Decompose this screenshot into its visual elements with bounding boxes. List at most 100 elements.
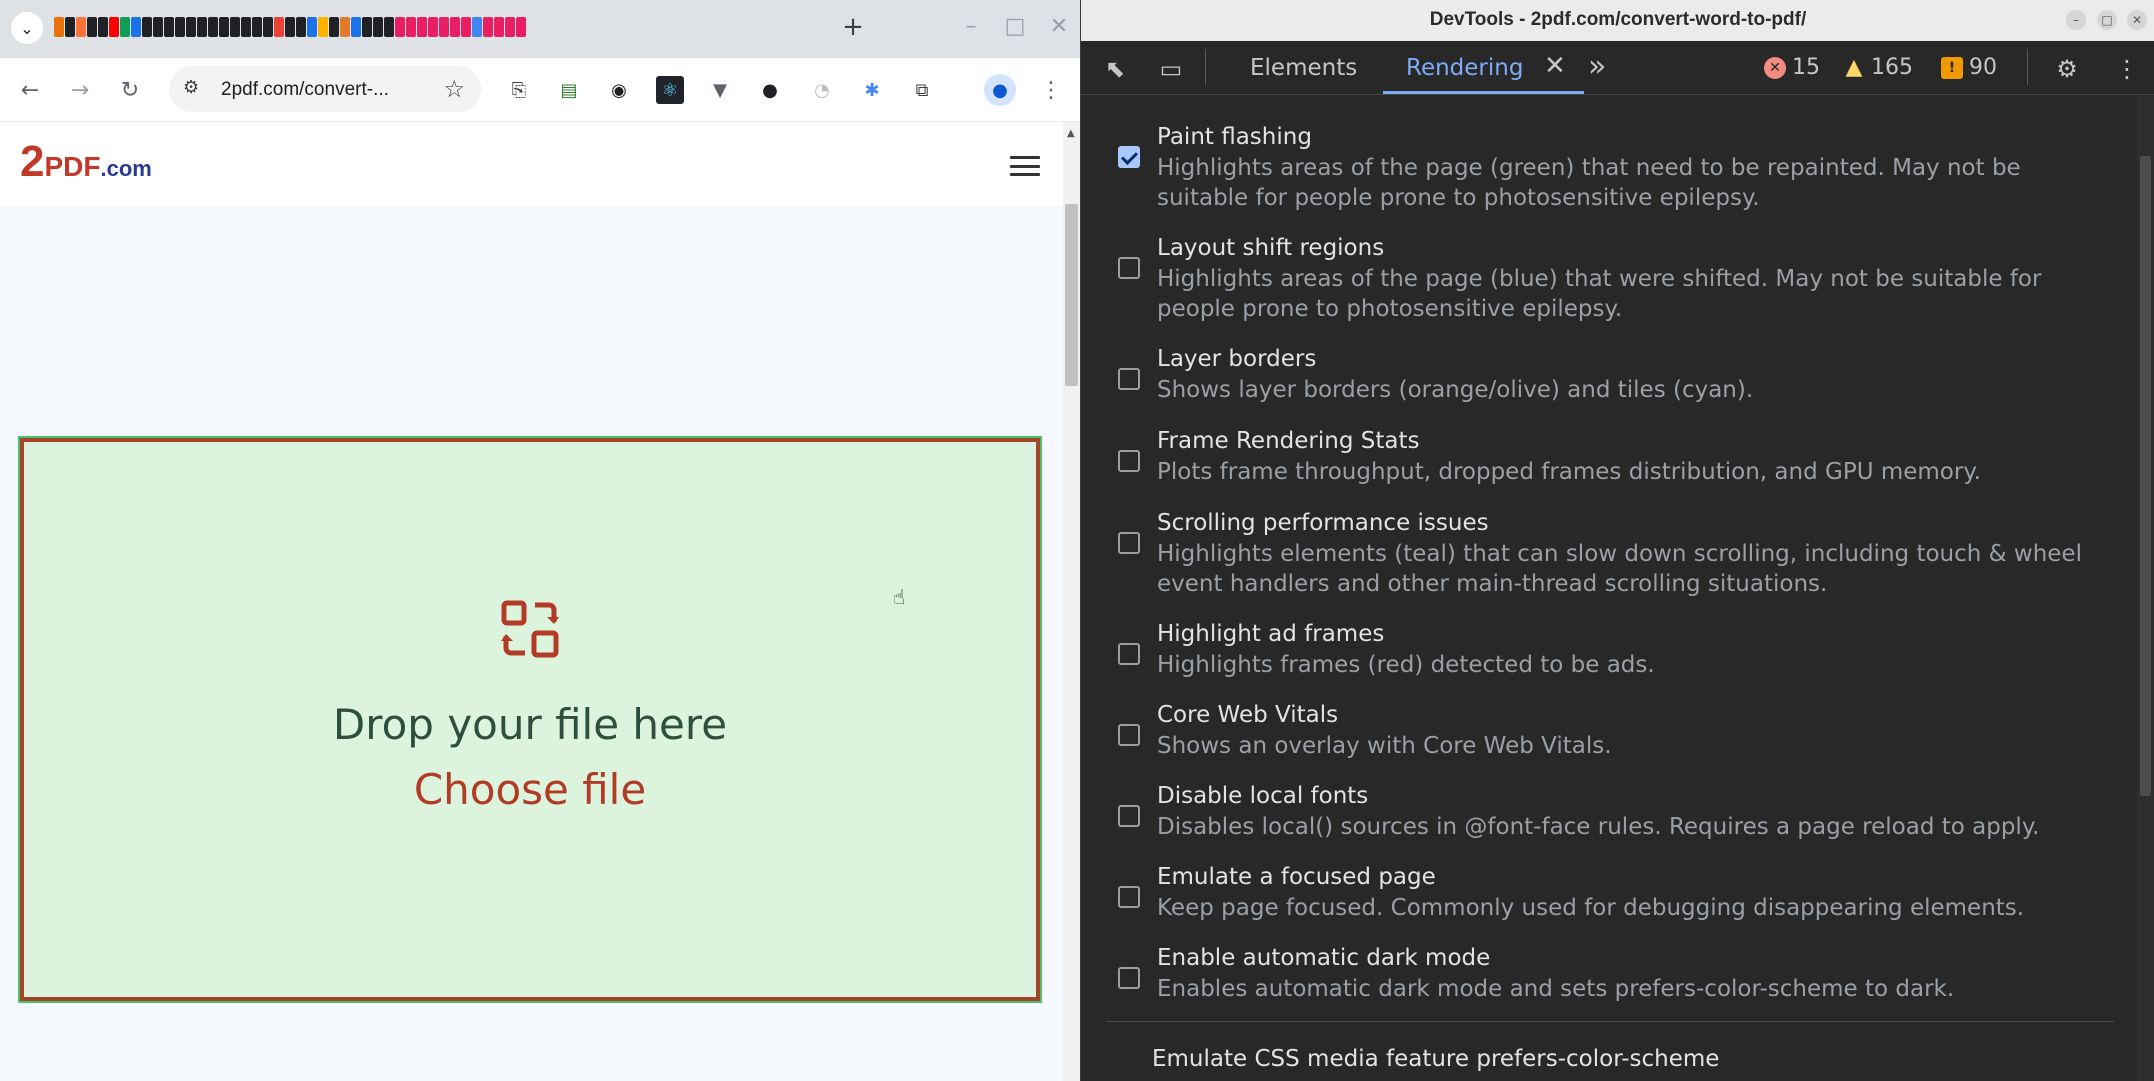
pinned-tab-favicon-icon[interactable]: [186, 17, 196, 37]
back-icon[interactable]: ←: [14, 74, 46, 106]
option-title[interactable]: Scrolling performance issues: [1157, 510, 1489, 536]
pinned-tab-favicon-icon[interactable]: [384, 17, 394, 37]
pinned-tab-favicon-icon[interactable]: [109, 17, 119, 37]
option-checkbox[interactable]: [1118, 146, 1140, 168]
extension-jar-icon[interactable]: ▤: [555, 76, 583, 104]
pinned-tab-favicon-icon[interactable]: [505, 17, 515, 37]
devtools-menu-icon[interactable]: ⋮: [2111, 53, 2143, 85]
pinned-tab-favicon-icon[interactable]: [285, 17, 295, 37]
choose-file-button[interactable]: Choose file: [414, 765, 646, 814]
issues-counter[interactable]: ! 90: [1941, 55, 1997, 80]
pinned-tab-favicon-icon[interactable]: [76, 17, 86, 37]
pinned-tab-favicon-icon[interactable]: [318, 17, 328, 37]
extension-clip-icon[interactable]: ⎘: [505, 76, 533, 104]
option-checkbox[interactable]: [1118, 450, 1140, 472]
pinned-tab-favicon-icon[interactable]: [461, 17, 471, 37]
warning-counter[interactable]: ▲ 165: [1843, 55, 1913, 80]
more-tabs-icon[interactable]: »: [1588, 49, 1606, 84]
pinned-tab-favicon-icon[interactable]: [395, 17, 405, 37]
file-dropzone[interactable]: Drop your file here Choose file: [18, 436, 1042, 1003]
pinned-tab-favicon-icon[interactable]: [450, 17, 460, 37]
panel-scrollbar[interactable]: [2137, 96, 2154, 1081]
pinned-tab-favicon-icon[interactable]: [472, 17, 482, 37]
pinned-tab-favicon-icon[interactable]: [373, 17, 383, 37]
pinned-tab-favicon-icon[interactable]: [406, 17, 416, 37]
option-title[interactable]: Highlight ad frames: [1157, 621, 1384, 647]
device-toolbar-icon[interactable]: ▭: [1155, 53, 1187, 85]
pinned-tab-favicon-icon[interactable]: [153, 17, 163, 37]
option-checkbox[interactable]: [1118, 257, 1140, 279]
hamburger-menu-icon[interactable]: [1010, 156, 1040, 176]
option-checkbox[interactable]: [1118, 724, 1140, 746]
maximize-icon[interactable]: □: [1002, 14, 1028, 40]
pinned-tab-favicon-icon[interactable]: [98, 17, 108, 37]
extension-spy-icon[interactable]: ◉: [605, 76, 633, 104]
option-title[interactable]: Core Web Vitals: [1157, 702, 1338, 728]
tab-search-button[interactable]: ⌄: [11, 12, 43, 44]
pinned-tab-favicon-icon[interactable]: [54, 17, 64, 37]
option-title[interactable]: Enable automatic dark mode: [1157, 945, 1490, 971]
pinned-tab-favicon-icon[interactable]: [274, 17, 284, 37]
option-checkbox[interactable]: [1118, 368, 1140, 390]
option-title[interactable]: Paint flashing: [1157, 124, 1312, 150]
profile-avatar-icon[interactable]: ●: [984, 74, 1016, 106]
pinned-tab-favicon-icon[interactable]: [142, 17, 152, 37]
browser-menu-icon[interactable]: ⋮: [1035, 74, 1067, 106]
tab-rendering[interactable]: Rendering: [1406, 55, 1523, 81]
extension-gear-icon[interactable]: ✱: [858, 76, 886, 104]
pinned-tab-favicon-icon[interactable]: [230, 17, 240, 37]
pinned-tab-favicon-icon[interactable]: [219, 17, 229, 37]
pinned-tab-favicon-icon[interactable]: [120, 17, 130, 37]
minimize-icon[interactable]: –: [2066, 10, 2086, 30]
site-logo[interactable]: 2 PDF .com: [20, 140, 152, 188]
scrollbar-thumb[interactable]: [1065, 204, 1078, 386]
pinned-tab-favicon-icon[interactable]: [362, 17, 372, 37]
site-info-icon[interactable]: ⚙: [183, 77, 199, 98]
option-title[interactable]: Layout shift regions: [1157, 235, 1384, 261]
bookmark-star-icon[interactable]: ☆: [443, 75, 465, 103]
pinned-tab-favicon-icon[interactable]: [208, 17, 218, 37]
pinned-tab-favicon-icon[interactable]: [175, 17, 185, 37]
pinned-tab-favicon-icon[interactable]: [263, 17, 273, 37]
option-checkbox[interactable]: [1118, 886, 1140, 908]
pinned-tab-favicon-icon[interactable]: [252, 17, 262, 37]
panel-scrollbar-thumb[interactable]: [2140, 156, 2151, 796]
extension-vue-icon[interactable]: ▼: [706, 76, 734, 104]
extensions-puzzle-icon[interactable]: ⧉: [908, 76, 936, 104]
reload-icon[interactable]: ↻: [114, 74, 146, 106]
page-scrollbar[interactable]: ▲: [1063, 122, 1080, 1081]
scroll-up-icon[interactable]: ▲: [1067, 128, 1075, 139]
pinned-tab-favicon-icon[interactable]: [417, 17, 427, 37]
pinned-tab-favicon-icon[interactable]: [439, 17, 449, 37]
pinned-tab-favicon-icon[interactable]: [307, 17, 317, 37]
new-tab-button[interactable]: +: [838, 12, 868, 42]
option-title[interactable]: Disable local fonts: [1157, 783, 1368, 809]
extension-react-icon[interactable]: ⚛: [656, 76, 684, 104]
settings-gear-icon[interactable]: ⚙: [2051, 53, 2083, 85]
option-checkbox[interactable]: [1118, 805, 1140, 827]
pinned-tab-favicon-icon[interactable]: [164, 17, 174, 37]
option-title[interactable]: Frame Rendering Stats: [1157, 428, 1419, 454]
maximize-icon[interactable]: □: [2097, 10, 2117, 30]
extension-panda-icon[interactable]: ●: [756, 76, 784, 104]
inspect-element-icon[interactable]: ⬉: [1099, 53, 1131, 85]
pinned-tab-favicon-icon[interactable]: [516, 17, 526, 37]
pinned-tab-favicon-icon[interactable]: [296, 17, 306, 37]
pinned-tab-favicon-icon[interactable]: [65, 17, 75, 37]
tab-elements[interactable]: Elements: [1250, 55, 1357, 81]
forward-icon[interactable]: →: [64, 74, 96, 106]
pinned-tab-favicon-icon[interactable]: [483, 17, 493, 37]
option-checkbox[interactable]: [1118, 643, 1140, 665]
extension-timer-icon[interactable]: ◔: [808, 76, 836, 104]
option-title[interactable]: Emulate a focused page: [1157, 864, 1436, 890]
option-title[interactable]: Layer borders: [1157, 346, 1316, 372]
option-checkbox[interactable]: [1118, 967, 1140, 989]
pinned-tab-favicon-icon[interactable]: [87, 17, 97, 37]
pinned-tab-favicon-icon[interactable]: [428, 17, 438, 37]
pinned-tab-favicon-icon[interactable]: [197, 17, 207, 37]
pinned-tab-favicon-icon[interactable]: [340, 17, 350, 37]
pinned-tab-favicon-icon[interactable]: [241, 17, 251, 37]
close-icon[interactable]: ✕: [2127, 10, 2147, 30]
error-counter[interactable]: ✕ 15: [1764, 55, 1820, 80]
close-tab-icon[interactable]: ✕: [1544, 51, 1566, 81]
